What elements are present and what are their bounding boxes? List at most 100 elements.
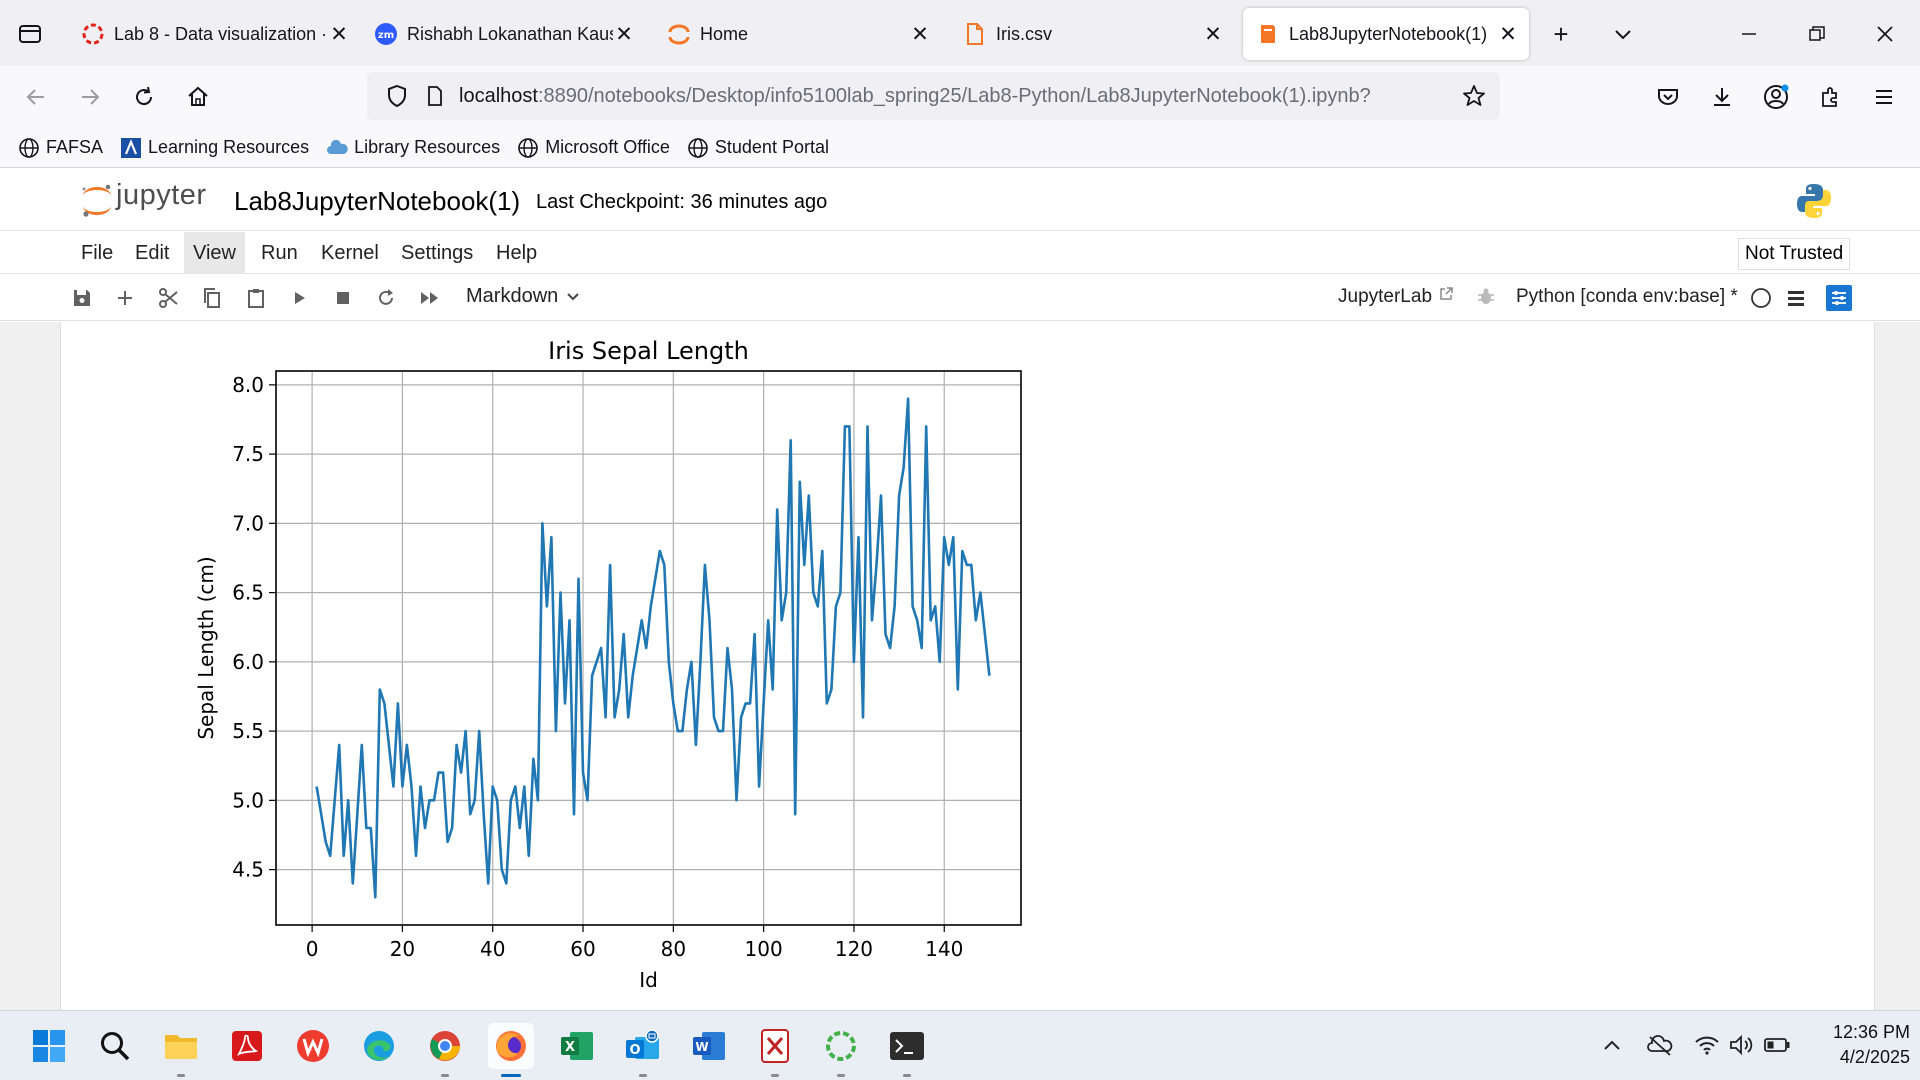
bookmarks-bar: FAFSA Learning Resources Library Resourc… <box>0 128 1920 168</box>
wifi-icon[interactable] <box>1692 1030 1722 1060</box>
adobe-acrobat-icon[interactable] <box>224 1023 270 1069</box>
bookmark-microsoft-office[interactable]: Microsoft Office <box>517 137 670 159</box>
restore-button[interactable] <box>1797 14 1837 54</box>
search-icon[interactable] <box>92 1023 138 1069</box>
tab-label: Rishabh Lokanathan Kaush <box>407 23 613 44</box>
menu-run[interactable]: Run <box>252 232 307 274</box>
url-bar[interactable]: localhost:8890/notebooks/Desktop/info510… <box>367 72 1500 120</box>
restart-icon[interactable] <box>371 283 401 313</box>
pocket-icon[interactable] <box>1648 77 1688 117</box>
bookmark-library-resources[interactable]: Library Resources <box>326 137 500 159</box>
menu-edit[interactable]: Edit <box>126 232 178 274</box>
xampp-icon[interactable] <box>752 1023 798 1077</box>
menu-file[interactable]: File <box>72 232 122 274</box>
close-icon[interactable]: ✕ <box>1202 22 1224 47</box>
menu-icon[interactable] <box>1864 77 1904 117</box>
new-tab-button[interactable]: + <box>1541 14 1581 54</box>
copy-icon[interactable] <box>197 283 227 313</box>
property-inspector-icon[interactable] <box>1826 285 1852 311</box>
browser-tab-strip: Lab 8 - Data visualization · ✕ zm Rishab… <box>0 0 1920 66</box>
system-clock[interactable]: 12:36 PM 4/2/2025 <box>1810 1020 1910 1070</box>
page-icon[interactable] <box>417 85 453 107</box>
url-text: localhost:8890/notebooks/Desktop/info510… <box>459 84 1371 107</box>
account-icon[interactable] <box>1756 77 1796 117</box>
reload-button[interactable] <box>124 77 164 117</box>
battery-icon[interactable] <box>1762 1030 1792 1060</box>
cell-type-select[interactable]: Markdown <box>466 285 580 308</box>
clock-time: 12:36 PM <box>1832 1022 1910 1042</box>
y-tick-label: 8.0 <box>232 373 264 397</box>
notebook-title[interactable]: Lab8JupyterNotebook(1) <box>234 186 520 217</box>
wps-office-icon[interactable] <box>290 1023 336 1069</box>
minimize-button[interactable] <box>1729 14 1769 54</box>
iris-sepal-length-chart: 0 20 40 60 80 100 120 140 4.5 5.0 5.5 6.0 6.5 7.0 7.5 8… <box>194 337 1022 992</box>
x-tick-label: 100 <box>745 937 783 961</box>
edge-icon[interactable] <box>356 1023 402 1069</box>
cut-icon[interactable] <box>154 283 184 313</box>
notebook-icon <box>1255 21 1281 47</box>
list-tabs-button[interactable] <box>1603 14 1643 54</box>
menu-settings[interactable]: Settings <box>392 232 482 274</box>
close-icon[interactable]: ✕ <box>328 22 350 47</box>
close-icon[interactable]: ✕ <box>1497 22 1519 47</box>
browser-tab-notebook[interactable]: Lab8JupyterNotebook(1) ✕ <box>1243 8 1529 60</box>
chrome-icon[interactable] <box>422 1023 468 1077</box>
bookmark-star-icon[interactable] <box>1462 84 1486 114</box>
bookmark-learning-resources[interactable]: Learning Resources <box>120 137 309 159</box>
paste-icon[interactable] <box>241 283 271 313</box>
bookmark-student-portal[interactable]: Student Portal <box>687 137 829 159</box>
trust-status-button[interactable]: Not Trusted <box>1738 238 1851 270</box>
menu-kernel[interactable]: Kernel <box>312 232 388 274</box>
close-icon[interactable]: ✕ <box>613 22 635 47</box>
forward-button[interactable] <box>70 77 110 117</box>
fast-forward-icon[interactable] <box>415 283 445 313</box>
menu-help[interactable]: Help <box>487 232 546 274</box>
chevron-down-icon <box>566 285 580 308</box>
extensions-icon[interactable] <box>1810 77 1850 117</box>
list-icon[interactable] <box>1786 288 1806 313</box>
python-logo-icon <box>1794 181 1834 221</box>
downloads-icon[interactable] <box>1702 77 1742 117</box>
chevron-up-icon[interactable] <box>1597 1030 1627 1060</box>
outlook-icon[interactable]: O <box>620 1023 666 1077</box>
volume-icon[interactable] <box>1727 1030 1757 1060</box>
bookmark-label: Student Portal <box>714 137 829 157</box>
firefox-view-icon[interactable] <box>10 14 50 54</box>
save-icon[interactable] <box>67 283 97 313</box>
run-icon[interactable] <box>285 283 315 313</box>
kernel-name[interactable]: Python [conda env:base] * <box>1516 286 1738 308</box>
file-explorer-icon[interactable] <box>158 1023 204 1077</box>
jupyterlab-link[interactable]: JupyterLab <box>1338 286 1454 308</box>
loading-spinner-icon <box>80 21 106 47</box>
home-button[interactable] <box>178 77 218 117</box>
add-cell-icon[interactable] <box>110 283 140 313</box>
svg-text:X: X <box>565 1040 575 1055</box>
shield-icon[interactable] <box>377 84 417 108</box>
browser-tab-iris-csv[interactable]: Iris.csv ✕ <box>962 8 1224 60</box>
stop-icon[interactable] <box>328 283 358 313</box>
browser-tab-zoom[interactable]: zm Rishabh Lokanathan Kaush ✕ <box>373 8 635 60</box>
anaconda-icon[interactable] <box>818 1023 864 1077</box>
back-button[interactable] <box>16 77 56 117</box>
x-tick-label: 60 <box>570 937 595 961</box>
windows-start-icon[interactable] <box>26 1023 72 1069</box>
bookmark-fafsa[interactable]: FAFSA <box>18 137 103 159</box>
browser-tab-home[interactable]: Home ✕ <box>666 8 931 60</box>
close-icon[interactable]: ✕ <box>909 22 931 47</box>
excel-icon[interactable]: X <box>554 1023 600 1069</box>
debugger-icon[interactable] <box>1476 287 1496 312</box>
jupyterlab-label: JupyterLab <box>1338 286 1433 307</box>
menu-view[interactable]: View <box>184 232 245 274</box>
word-icon[interactable]: W <box>686 1023 732 1069</box>
checkpoint-status: Last Checkpoint: 36 minutes ago <box>536 191 828 213</box>
browser-tab-lab8[interactable]: Lab 8 - Data visualization · ✕ <box>80 8 350 60</box>
jupyter-logo-icon[interactable] <box>78 181 116 219</box>
onedrive-offline-icon[interactable] <box>1645 1030 1675 1060</box>
globe-icon <box>18 137 40 159</box>
close-window-button[interactable] <box>1865 14 1905 54</box>
firefox-icon[interactable] <box>488 1023 534 1077</box>
globe-icon <box>687 137 709 159</box>
learning-resources-icon <box>120 137 142 159</box>
terminal-icon[interactable] <box>884 1023 930 1077</box>
clock-date: 4/2/2025 <box>1839 1047 1910 1067</box>
